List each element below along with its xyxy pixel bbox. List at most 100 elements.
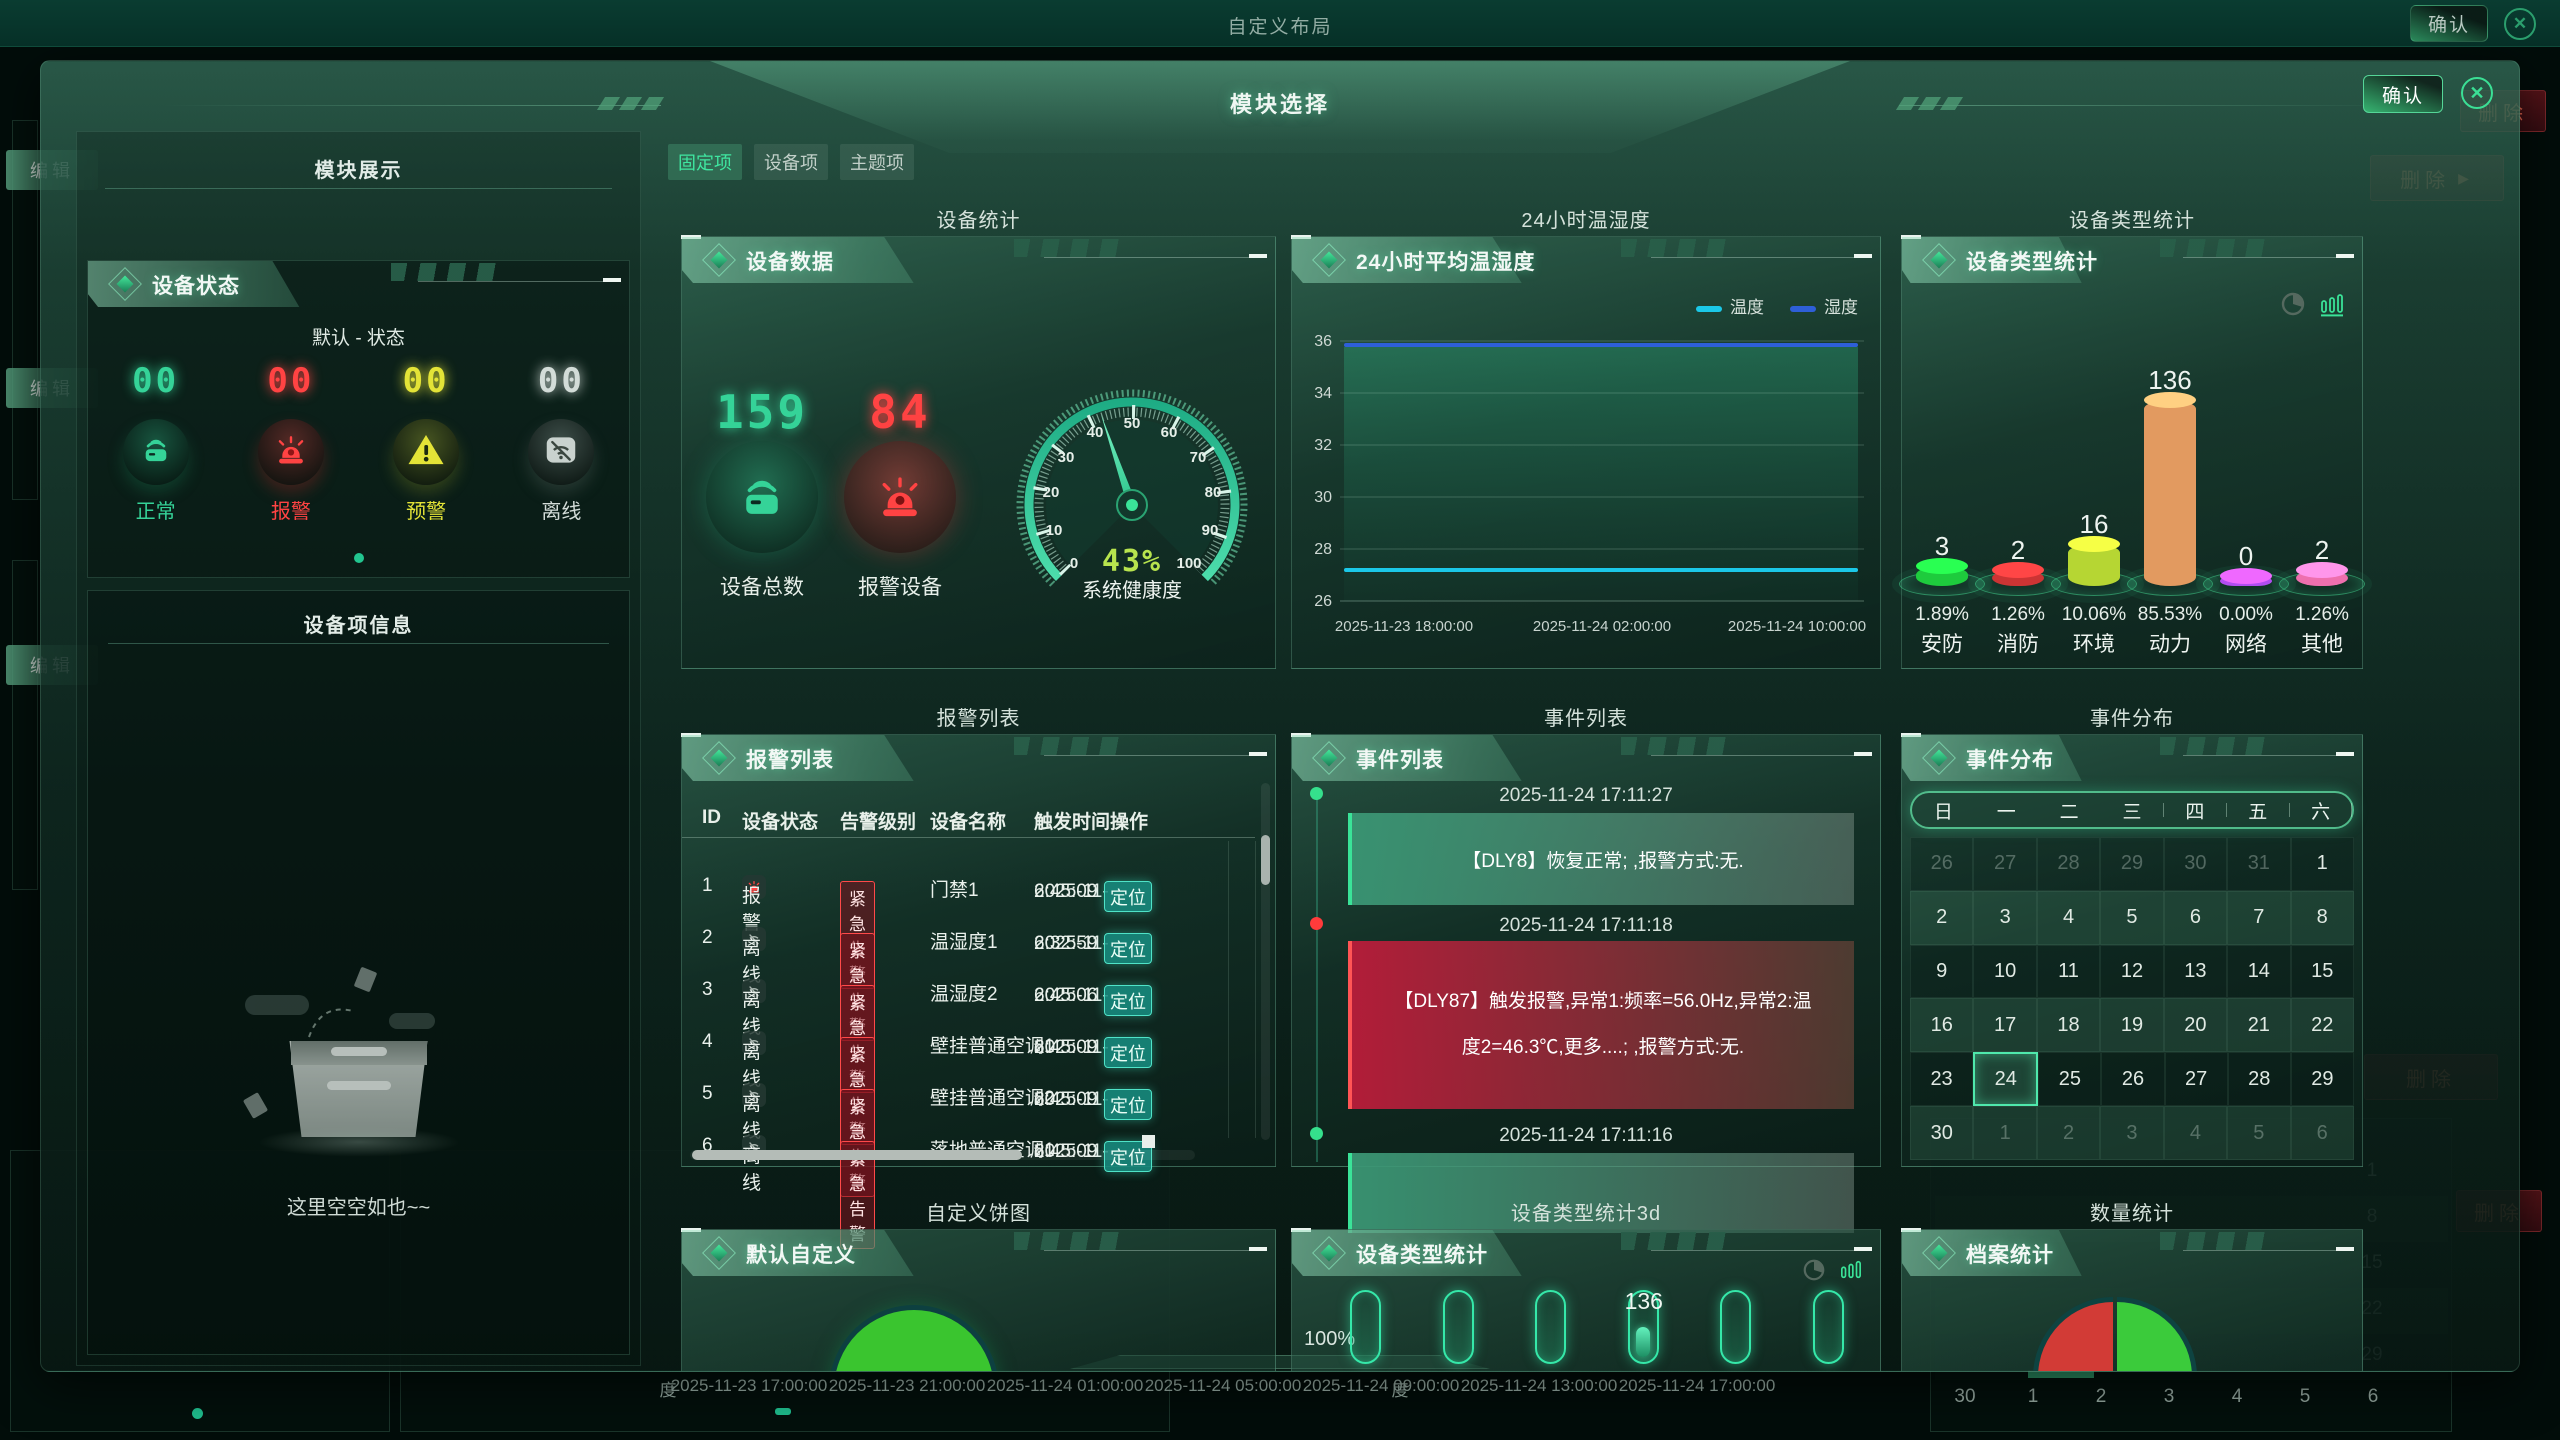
tab-fixed-items[interactable]: 固定项 — [668, 144, 742, 180]
module-card-device-stats[interactable]: 设备统计 设备数据 159 设备总数 84 报警设备 — [681, 204, 1276, 669]
card-title: 事件列表 — [1291, 702, 1881, 731]
collapse-icon[interactable] — [603, 278, 621, 282]
calendar-day[interactable]: 25 — [2038, 1052, 2101, 1106]
card-title: 设备类型统计3d — [1291, 1197, 1881, 1226]
calendar-day[interactable]: 11 — [2037, 945, 2100, 999]
module-card-event-calendar[interactable]: 事件分布 事件分布 日一二三四五六 2627282930311 2345678 — [1901, 702, 2363, 1167]
device-status-module[interactable]: 设备状态 默认 - 状态 00 正常 00 报警 00 — [87, 260, 630, 578]
calendar-day[interactable]: 4 — [2037, 891, 2100, 945]
calendar-day[interactable]: 30 — [1910, 1106, 1973, 1160]
calendar-day[interactable]: 5 — [2227, 1106, 2290, 1160]
bar-chart-toggle-icon[interactable] — [1840, 1258, 1862, 1287]
alarm-table-row[interactable]: 2 离线 紧急告警 温湿度1 2025-11-6:32:59 定位 — [682, 921, 1253, 961]
modal-close-icon[interactable]: ✕ — [2461, 77, 2493, 109]
gauge-value: 43% — [1102, 544, 1162, 579]
calendar-day[interactable]: 1 — [1973, 1106, 2036, 1160]
calendar-day[interactable]: 18 — [2037, 998, 2100, 1052]
calendar-day[interactable]: 17 — [1973, 998, 2036, 1052]
page-confirm-button[interactable]: 确认 — [2410, 5, 2488, 42]
calendar-day[interactable]: 23 — [1910, 1052, 1973, 1106]
calendar-day[interactable]: 26 — [1910, 837, 1973, 891]
calendar-day[interactable]: 26 — [2101, 1052, 2164, 1106]
panel-title: 事件列表 — [1356, 744, 1444, 774]
module-card-device-types-3d[interactable]: 设备类型统计3d 设备类型统计 100% — [1291, 1197, 1881, 1372]
calendar-day[interactable]: 29 — [2291, 1052, 2354, 1106]
chart-legend[interactable]: 温度 湿度 — [1696, 293, 1858, 318]
collapse-icon[interactable] — [1854, 1247, 1872, 1251]
event-card-alarm[interactable]: 【DLY87】触发报警,异常1:频率=56.0Hz,异常2:温度2=46.3℃,… — [1348, 941, 1854, 1109]
tab-device-items[interactable]: 设备项 — [754, 144, 828, 180]
collapse-icon[interactable] — [1854, 752, 1872, 756]
alarm-table-row[interactable]: 4 离线 紧急告警 壁挂普通空调1 2025-11-6:45:09 定位 — [682, 1025, 1253, 1065]
calendar-day[interactable]: 16 — [1910, 998, 1973, 1052]
collapse-icon[interactable] — [1854, 254, 1872, 258]
module-card-device-types[interactable]: 设备类型统计 设备类型统计 3 1.89% 安防 — [1901, 204, 2363, 669]
locate-button[interactable]: 定位 — [1104, 881, 1152, 912]
collapse-icon[interactable] — [2336, 1247, 2354, 1251]
pagination-dash[interactable] — [775, 1408, 791, 1415]
locate-button[interactable]: 定位 — [1104, 1089, 1152, 1120]
pie-chart-toggle-icon[interactable] — [2280, 291, 2306, 322]
collapse-icon[interactable] — [2336, 254, 2354, 258]
horizontal-scrollbar[interactable] — [690, 1150, 1195, 1160]
module-card-alarm-list[interactable]: 报警列表 报警列表 ID 设备状态 告警级别 设备名称 触发时间 操作 — [681, 702, 1276, 1167]
alarm-table-row[interactable]: 3 离线 紧急告警 温湿度2 2025-11-6:45:06 定位 — [682, 973, 1253, 1013]
module-card-humiture[interactable]: 24小时温湿度 24小时平均温湿度 温度 湿度 36 34 — [1291, 204, 1881, 669]
calendar-day[interactable]: 28 — [2228, 1052, 2291, 1106]
calendar-day[interactable]: 13 — [2164, 945, 2227, 999]
calendar-day[interactable]: 29 — [2100, 837, 2163, 891]
calendar-day[interactable]: 6 — [2164, 891, 2227, 945]
collapse-icon[interactable] — [1249, 752, 1267, 756]
locate-button[interactable]: 定位 — [1104, 985, 1152, 1016]
calendar-day[interactable]: 4 — [2164, 1106, 2227, 1160]
bar-chart-toggle-icon[interactable] — [2320, 291, 2344, 322]
calendar-day[interactable]: 1 — [2291, 837, 2354, 891]
calendar-day[interactable]: 2 — [1910, 891, 1973, 945]
collapse-icon[interactable] — [1249, 254, 1267, 258]
device-total-icon — [706, 441, 818, 553]
calendar-day[interactable]: 5 — [2100, 891, 2163, 945]
calendar-day[interactable]: 20 — [2164, 998, 2227, 1052]
calendar-day[interactable]: 15 — [2291, 945, 2354, 999]
pagination-dot[interactable] — [192, 1408, 203, 1419]
calendar-day[interactable]: 12 — [2100, 945, 2163, 999]
event-card-normal[interactable]: 【DLY8】恢复正常; ,报警方式:无. — [1348, 813, 1854, 905]
alarm-table-row[interactable]: 5 离线 紧急告警 壁挂普通空调2 2025-11-6:45:09 定位 — [682, 1077, 1253, 1117]
calendar-day[interactable]: 2 — [2037, 1106, 2100, 1160]
calendar-day[interactable]: 6 — [2291, 1106, 2354, 1160]
capsule-bar — [1720, 1290, 1751, 1364]
alarm-table-row[interactable]: 1 报警 紧急告警 门禁1 2025-11-6:45:09 定位 — [682, 869, 1253, 909]
calendar-day[interactable]: 9 — [1910, 945, 1973, 999]
bar-label: 消防 — [1997, 628, 2039, 658]
calendar-day[interactable]: 27 — [1973, 837, 2036, 891]
collapse-icon[interactable] — [2336, 752, 2354, 756]
calendar-day[interactable]: 7 — [2227, 891, 2290, 945]
calendar-day[interactable]: 22 — [2291, 998, 2354, 1052]
page-close-icon[interactable]: ✕ — [2504, 8, 2536, 40]
calendar-day[interactable]: 3 — [1973, 891, 2036, 945]
calendar-day[interactable]: 27 — [2165, 1052, 2228, 1106]
module-card-event-list[interactable]: 事件列表 事件列表 2025-11-24 17:11:27 【DLY8】恢复正常… — [1291, 702, 1881, 1167]
locate-button[interactable]: 定位 — [1104, 933, 1152, 964]
capsule-bar-chart: 136 — [1350, 1290, 1844, 1366]
modal-confirm-button[interactable]: 确认 — [2363, 75, 2443, 113]
calendar-day[interactable]: 21 — [2227, 998, 2290, 1052]
alarm-table-row[interactable]: 6 离线 紧急告警 落地普通空调1 2025-11-6:45:09 定位 — [682, 1129, 1253, 1169]
calendar-day[interactable]: 14 — [2227, 945, 2290, 999]
vertical-scrollbar[interactable] — [1261, 783, 1270, 1140]
locate-button[interactable]: 定位 — [1104, 1037, 1152, 1068]
pie-chart-toggle-icon[interactable] — [1802, 1258, 1826, 1287]
calendar-day[interactable]: 8 — [2291, 891, 2354, 945]
calendar-day-selected[interactable]: 24 — [1973, 1052, 2038, 1106]
module-card-archive-stats[interactable]: 数量统计 档案统计 — [1901, 1197, 2363, 1372]
calendar-day[interactable]: 3 — [2100, 1106, 2163, 1160]
tab-theme-items[interactable]: 主题项 — [840, 144, 914, 180]
calendar-day[interactable]: 30 — [2164, 837, 2227, 891]
calendar-day[interactable]: 10 — [1973, 945, 2036, 999]
module-card-custom-pie[interactable]: 自定义饼图 默认自定义 — [681, 1197, 1276, 1372]
calendar-day[interactable]: 31 — [2227, 837, 2290, 891]
pagination-dot[interactable] — [354, 553, 364, 563]
collapse-icon[interactable] — [1249, 1247, 1267, 1251]
calendar-day[interactable]: 28 — [2037, 837, 2100, 891]
calendar-day[interactable]: 19 — [2100, 998, 2163, 1052]
